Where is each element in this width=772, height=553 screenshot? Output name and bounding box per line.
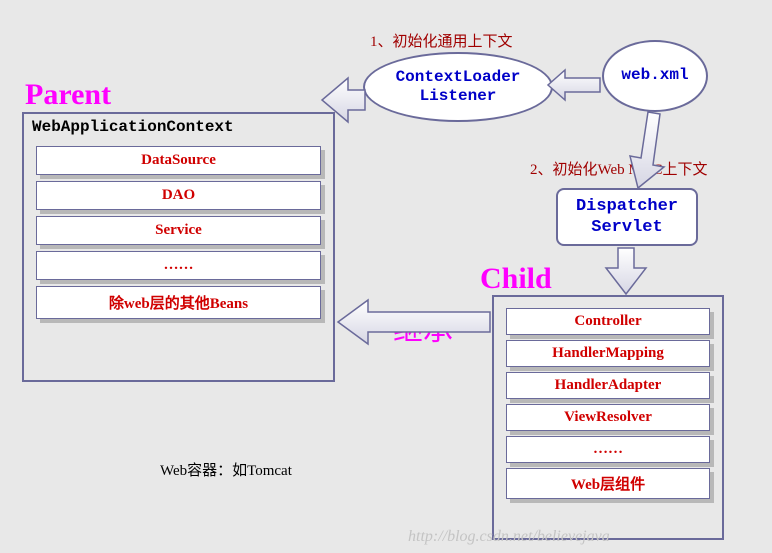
footer-label: Web容器：如Tomcat bbox=[160, 459, 292, 480]
bean-item: …… bbox=[506, 436, 710, 463]
bean-item: …… bbox=[36, 251, 321, 280]
webxml-label: web.xml bbox=[621, 66, 688, 85]
inherit-label: 继承 bbox=[393, 305, 453, 349]
parent-context-box: WebApplicationContext DataSource DAO Ser… bbox=[22, 112, 335, 382]
child-title: Child bbox=[480, 262, 552, 296]
dispatcher-servlet-label: Dispatcher Servlet bbox=[576, 196, 678, 239]
parent-context-header: WebApplicationContext bbox=[24, 114, 333, 140]
bean-item: 除web层的其他Beans bbox=[36, 286, 321, 319]
bean-item: HandlerMapping bbox=[506, 340, 710, 367]
bean-item: DAO bbox=[36, 181, 321, 210]
bean-item: Web层组件 bbox=[506, 468, 710, 499]
arrow-ds-to-child bbox=[606, 248, 646, 294]
step1-label: 1、初始化通用上下文 bbox=[370, 30, 513, 51]
parent-title: Parent bbox=[25, 78, 111, 112]
context-loader-listener-node: ContextLoader Listener bbox=[363, 52, 553, 122]
bean-item: Service bbox=[36, 216, 321, 245]
bean-item: Controller bbox=[506, 308, 710, 335]
child-context-box: Controller HandlerMapping HandlerAdapter… bbox=[492, 295, 724, 540]
webxml-node: web.xml bbox=[602, 40, 708, 112]
step2-label: 2、初始化Web MVC上下文 bbox=[530, 158, 708, 179]
arrow-webxml-to-cll bbox=[548, 70, 600, 100]
dispatcher-servlet-node: Dispatcher Servlet bbox=[556, 188, 698, 246]
context-loader-listener-label: ContextLoader Listener bbox=[396, 68, 521, 106]
bean-item: HandlerAdapter bbox=[506, 372, 710, 399]
watermark: http://blog.csdn.net/believejava bbox=[408, 528, 610, 546]
bean-item: DataSource bbox=[36, 146, 321, 175]
bean-item: ViewResolver bbox=[506, 404, 710, 431]
